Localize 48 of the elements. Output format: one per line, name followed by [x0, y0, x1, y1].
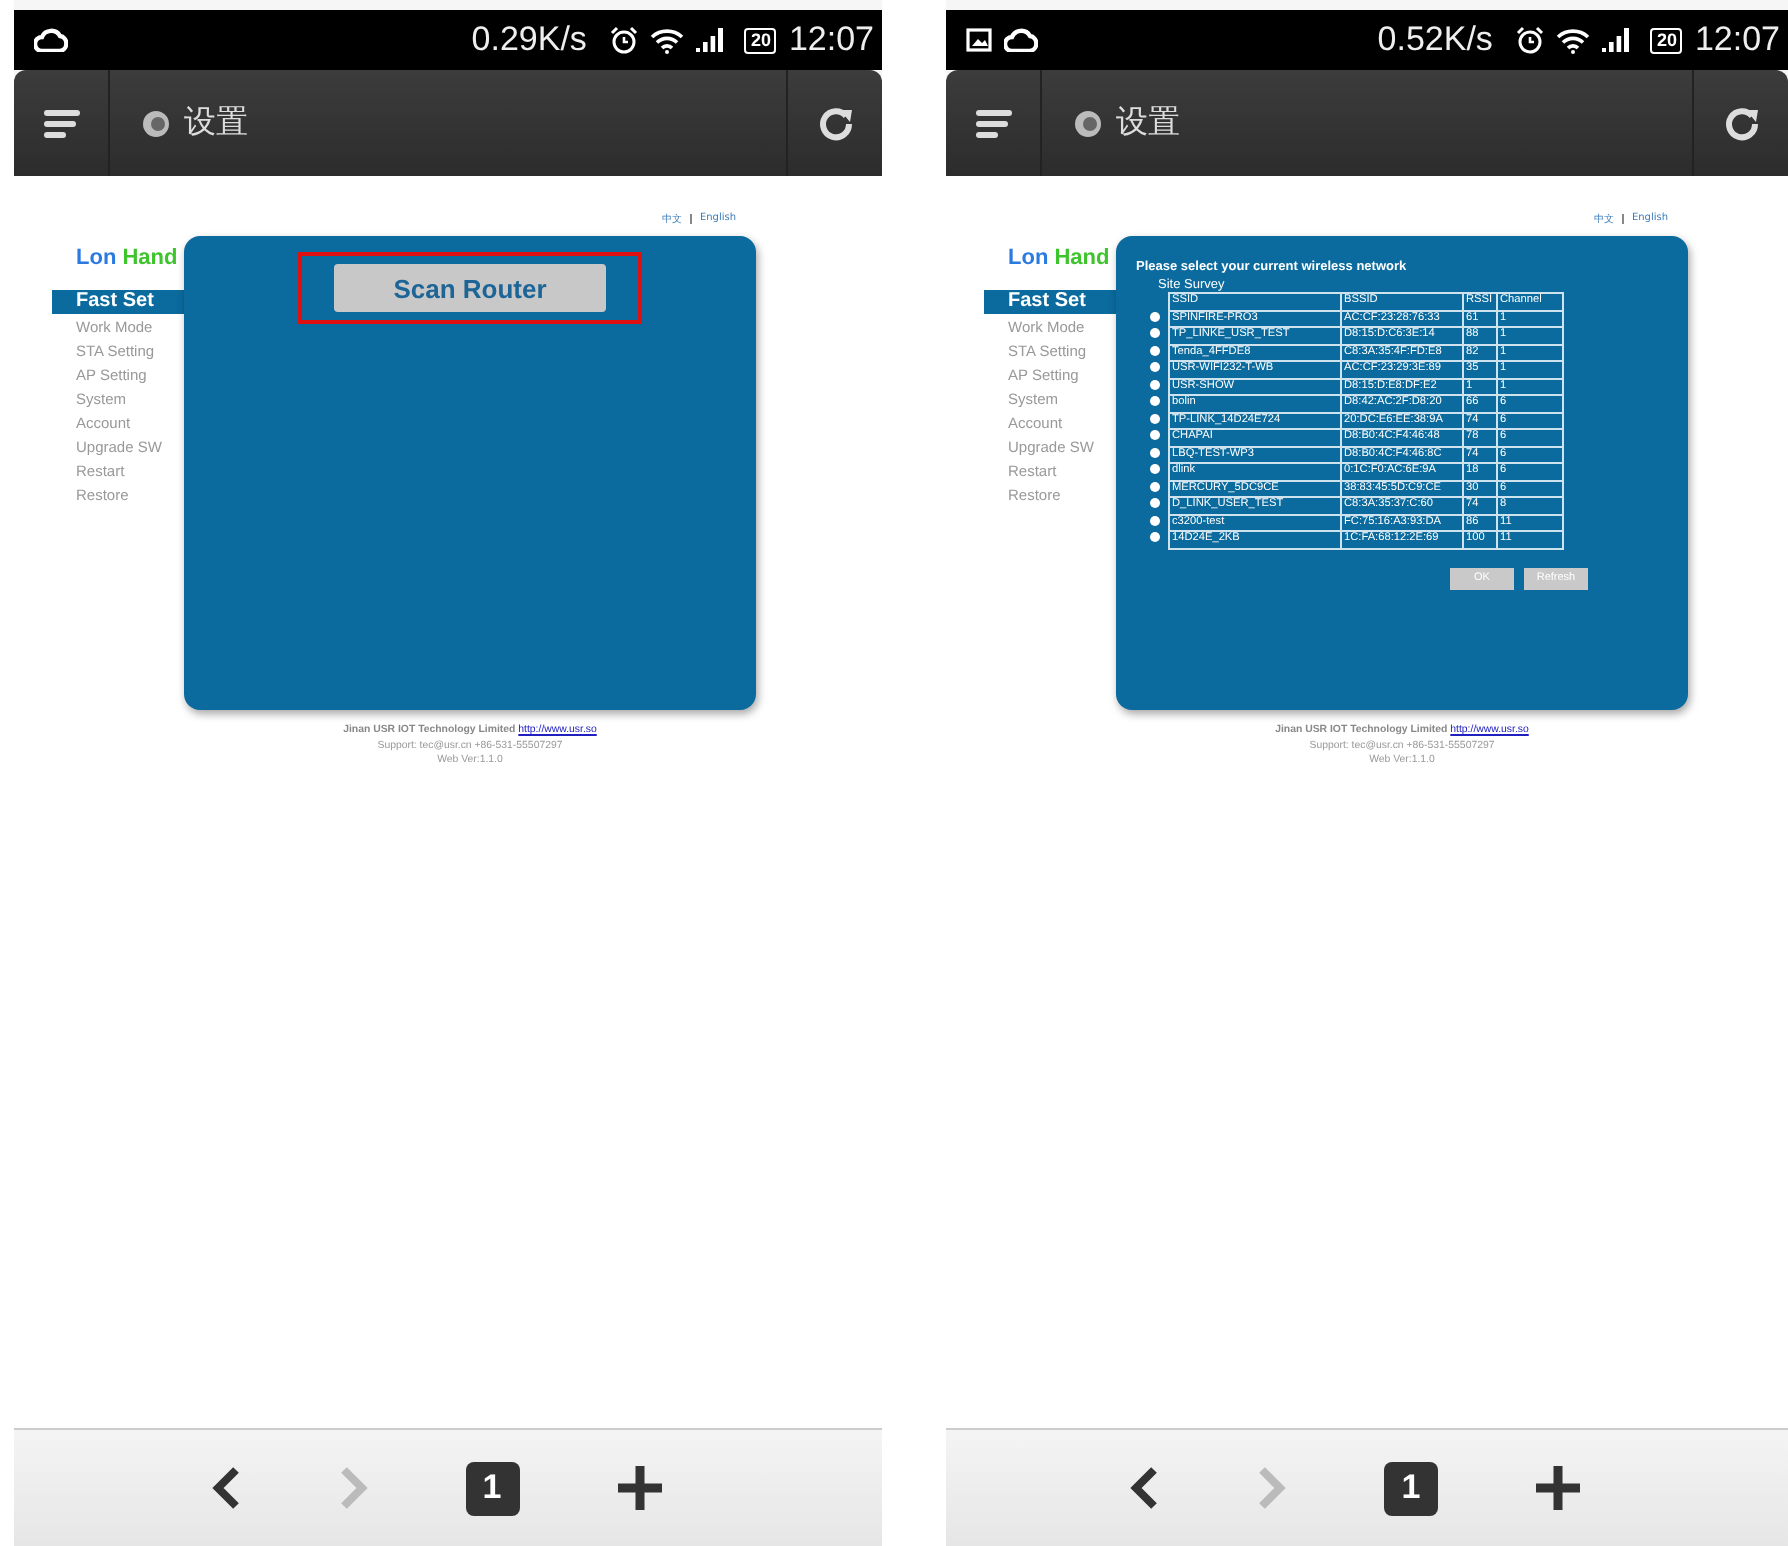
- network-speed: 0.29K/s: [471, 20, 587, 60]
- signal-icon: [696, 28, 725, 52]
- radio-button[interactable]: [1149, 362, 1159, 373]
- sidebar-menu-item[interactable]: Fast Set: [984, 290, 1116, 314]
- refresh-icon: [817, 105, 853, 141]
- sidebar-menu-item[interactable]: Fast Set: [52, 290, 184, 314]
- clock-time: 12:07: [788, 20, 874, 60]
- radio-button[interactable]: [1149, 413, 1159, 424]
- radio-button[interactable]: [1149, 464, 1159, 475]
- clock-time: 12:07: [1694, 20, 1780, 60]
- wifi-icon: [650, 27, 685, 53]
- radio-button[interactable]: [1149, 447, 1159, 458]
- radio-button[interactable]: [1149, 532, 1159, 543]
- new-tab-button[interactable]: [1534, 1464, 1582, 1512]
- logo-text: Lon Hand: [1006, 244, 1112, 274]
- new-tab-button[interactable]: [615, 1464, 663, 1512]
- page-title: 设置: [184, 102, 248, 144]
- scan-router-button[interactable]: Scan Router: [334, 264, 606, 312]
- radio-button[interactable]: [1149, 515, 1159, 526]
- plus-icon: [1534, 1464, 1582, 1512]
- radio-button[interactable]: [1149, 498, 1159, 509]
- wifi-icon: [1556, 27, 1591, 53]
- radio-button[interactable]: [1149, 379, 1159, 390]
- logo-text: Lon Hand: [74, 244, 180, 274]
- radio-button[interactable]: [1149, 345, 1159, 356]
- alarm-icon: [1516, 26, 1545, 54]
- cloud-icon: [1004, 28, 1038, 52]
- radio-button[interactable]: [1149, 396, 1159, 407]
- page-title: 设置: [1116, 102, 1180, 144]
- menu-icon: [43, 109, 79, 137]
- tab-count-button[interactable]: 1: [465, 1461, 519, 1515]
- refresh-icon: [1723, 105, 1759, 141]
- back-button[interactable]: [1128, 1466, 1160, 1510]
- network-speed: 0.52K/s: [1377, 20, 1493, 60]
- battery-indicator: 20: [744, 27, 777, 53]
- alarm-icon: [610, 26, 639, 54]
- radio-button[interactable]: [1149, 328, 1159, 339]
- battery-indicator: 20: [1650, 27, 1683, 53]
- back-button[interactable]: [209, 1466, 241, 1510]
- menu-icon: [975, 109, 1011, 137]
- radio-button[interactable]: [1149, 430, 1159, 441]
- signal-icon: [1602, 28, 1631, 52]
- radio-button[interactable]: [1149, 481, 1159, 492]
- tab-count-button[interactable]: 1: [1384, 1461, 1438, 1515]
- plus-icon: [615, 1464, 663, 1512]
- cloud-icon: [34, 28, 68, 52]
- radio-button[interactable]: [1149, 311, 1159, 322]
- image-icon: [966, 28, 992, 52]
